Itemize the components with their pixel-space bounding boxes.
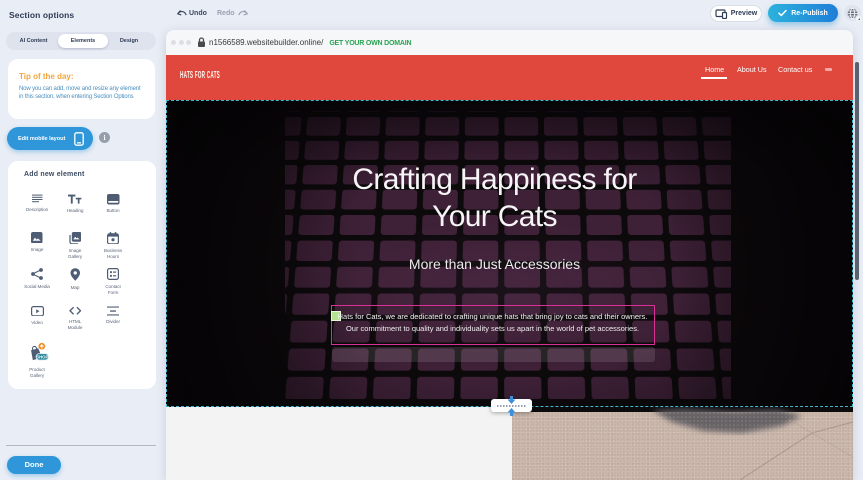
svg-text:SHOP: SHOP	[36, 354, 48, 359]
